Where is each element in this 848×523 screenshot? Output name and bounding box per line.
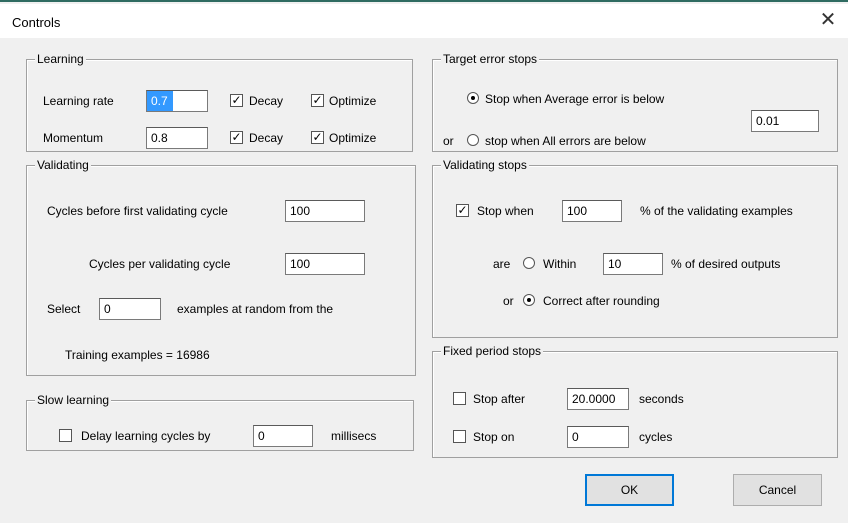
learning-rate-optimize-label: Optimize [329,94,377,108]
stop-on-checkbox[interactable] [453,430,466,443]
training-examples-count: Training examples = 16986 [65,348,210,362]
learning-rate-input[interactable] [146,90,208,112]
stop-after-input[interactable] [567,388,629,410]
validating-examples-pct-label: % of the validating examples [640,204,793,218]
fixed-period-legend: Fixed period stops [441,344,544,358]
correct-after-rounding-label: Correct after rounding [543,294,660,308]
stop-on-input[interactable] [567,426,629,448]
momentum-input[interactable] [146,127,208,149]
within-label: Within [543,257,577,271]
cycles-before-input[interactable] [285,200,365,222]
cycles-before-label: Cycles before first validating cycle [47,204,228,218]
all-errors-radio[interactable] [467,134,479,146]
cycles-per-label: Cycles per validating cycle [89,257,231,271]
stop-after-checkbox[interactable] [453,392,466,405]
delay-learning-checkbox[interactable] [59,429,72,442]
ok-button[interactable]: OK [585,474,674,506]
select-suffix-label: examples at random from the [177,302,334,316]
validating-stops-or-label: or [503,294,514,308]
cycles-per-input[interactable] [285,253,365,275]
stop-when-input[interactable] [562,200,622,222]
validating-group: Validating Cycles before first validatin… [26,158,416,376]
seconds-label: seconds [639,392,684,406]
learning-rate-label: Learning rate [43,94,114,108]
stop-when-checkbox[interactable]: ✓ [456,204,469,217]
close-icon[interactable]: ✕ [816,10,840,32]
correct-after-rounding-radio[interactable] [523,294,535,306]
momentum-optimize-checkbox[interactable]: ✓ [311,131,324,144]
momentum-decay-label: Decay [249,131,284,145]
target-error-input[interactable] [751,110,819,132]
select-label: Select [47,302,81,316]
validating-group-legend: Validating [35,158,91,172]
slow-learning-group: Slow learning Delay learning cycles by m… [26,393,414,451]
momentum-label: Momentum [43,131,104,145]
within-input[interactable] [603,253,663,275]
target-error-group: Target error stops Stop when Average err… [432,52,838,152]
target-error-or-label: or [443,134,454,148]
cancel-button[interactable]: Cancel [733,474,822,506]
average-error-label: Stop when Average error is below [485,92,665,106]
stop-after-label: Stop after [473,392,526,406]
momentum-decay-checkbox[interactable]: ✓ [230,131,243,144]
desired-outputs-label: % of desired outputs [671,257,781,271]
learning-group-legend: Learning [35,52,86,66]
dialog-body: Learning Learning rate ✓ Decay ✓ Optimiz… [0,38,848,523]
learning-rate-decay-checkbox[interactable]: ✓ [230,94,243,107]
stop-when-label: Stop when [477,204,534,218]
validating-stops-legend: Validating stops [441,158,529,172]
select-examples-input[interactable] [99,298,161,320]
learning-rate-optimize-checkbox[interactable]: ✓ [311,94,324,107]
cycles-label: cycles [639,430,673,444]
slow-learning-legend: Slow learning [35,393,112,407]
all-errors-label: stop when All errors are below [485,134,646,148]
fixed-period-group: Fixed period stops Stop after seconds St… [432,344,838,458]
delay-learning-label: Delay learning cycles by [81,429,211,443]
controls-dialog: Controls ✕ Learning Learning rate ✓ Deca… [0,0,848,523]
delay-unit-label: millisecs [331,429,377,443]
learning-rate-decay-label: Decay [249,94,284,108]
stop-on-label: Stop on [473,430,515,444]
delay-learning-input[interactable] [253,425,313,447]
learning-group: Learning Learning rate ✓ Decay ✓ Optimiz… [26,52,413,152]
correct-after-rounding-radio-dot [527,298,531,302]
average-error-radio-dot [471,96,475,100]
title-bar: Controls ✕ [0,4,848,38]
target-error-legend: Target error stops [441,52,540,66]
average-error-radio[interactable] [467,92,479,104]
within-radio[interactable] [523,257,535,269]
window-title: Controls [12,15,61,30]
momentum-optimize-label: Optimize [329,131,377,145]
validating-stops-group: Validating stops ✓ Stop when % of the va… [432,158,838,338]
are-label: are [493,257,511,271]
